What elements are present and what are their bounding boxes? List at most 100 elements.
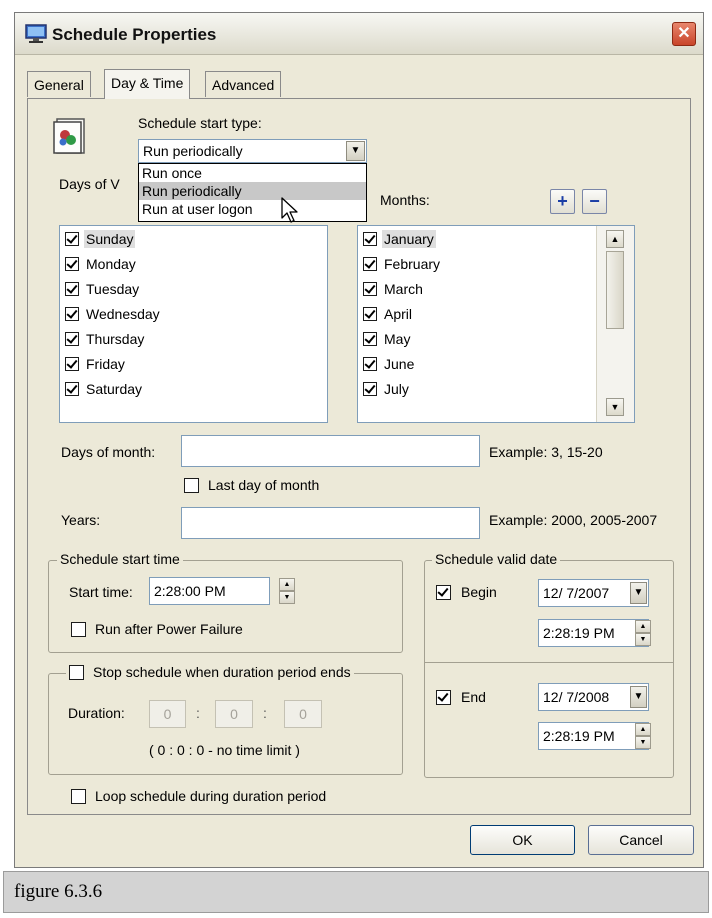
list-item[interactable]: May [358, 326, 634, 351]
list-item[interactable]: June [358, 351, 634, 376]
start-type-dropdown: Run once Run periodically Run at user lo… [138, 163, 367, 222]
days-of-month-label: Days of month: [61, 444, 156, 460]
power-failure-checkbox[interactable] [71, 621, 86, 637]
years-input[interactable] [181, 507, 480, 539]
list-item[interactable]: Tuesday [60, 276, 327, 301]
loop-schedule-option[interactable]: Loop schedule during duration period [71, 788, 326, 804]
list-item[interactable]: Sunday [60, 226, 327, 251]
close-icon: ✕ [677, 25, 691, 42]
start-type-value: Run periodically [143, 143, 243, 159]
loop-schedule-checkbox[interactable] [71, 788, 86, 804]
checkbox[interactable] [65, 281, 79, 296]
checkbox[interactable] [65, 306, 79, 321]
list-item[interactable]: Saturday [60, 376, 327, 401]
spin-up-icon[interactable]: ▲ [279, 578, 295, 591]
run-after-power-failure-option[interactable]: Run after Power Failure [71, 621, 243, 637]
checkbox[interactable] [65, 331, 79, 346]
list-item[interactable]: Thursday [60, 326, 327, 351]
start-type-label: Schedule start type: [138, 115, 262, 131]
duration-separator: : [263, 705, 267, 721]
scroll-thumb[interactable] [606, 251, 624, 329]
plus-icon: + [557, 191, 568, 211]
spin-up-icon[interactable]: ▲ [635, 620, 651, 633]
list-item[interactable]: Wednesday [60, 301, 327, 326]
spin-down-icon[interactable]: ▼ [279, 591, 295, 604]
begin-time-value: 2:28:19 PM [543, 625, 615, 641]
list-item[interactable]: January [358, 226, 634, 251]
dropdown-option-run-periodically[interactable]: Run periodically [139, 182, 366, 200]
days-of-week-list: Sunday Monday Tuesday Wednesday Thursday… [59, 225, 328, 423]
checkbox[interactable] [363, 331, 377, 346]
tab-day-and-time[interactable]: Day & Time [104, 69, 191, 99]
chevron-down-icon[interactable]: ▼ [630, 686, 647, 708]
end-date-value: 12/ 7/2008 [543, 689, 610, 705]
close-button[interactable]: ✕ [672, 22, 696, 46]
list-item[interactable]: Friday [60, 351, 327, 376]
chevron-down-icon[interactable]: ▼ [630, 582, 647, 604]
checkbox[interactable] [363, 231, 377, 246]
end-date-option[interactable]: End [436, 689, 486, 705]
list-item[interactable]: February [358, 251, 634, 276]
spin-up-icon[interactable]: ▲ [635, 723, 651, 736]
checkbox[interactable] [363, 356, 377, 371]
schedule-icon [53, 118, 85, 154]
title-bar[interactable]: Schedule Properties ✕ [15, 13, 703, 55]
years-label: Years: [61, 512, 101, 528]
dropdown-option-run-at-user-logon[interactable]: Run at user logon [139, 200, 366, 218]
last-day-of-month-option[interactable]: Last day of month [184, 477, 319, 493]
start-time-label: Start time: [69, 584, 133, 600]
list-item[interactable]: April [358, 301, 634, 326]
list-item[interactable]: Monday [60, 251, 327, 276]
dropdown-option-run-once[interactable]: Run once [139, 164, 366, 182]
stop-schedule-checkbox[interactable] [69, 664, 84, 680]
end-checkbox[interactable] [436, 689, 451, 705]
checkbox[interactable] [65, 256, 79, 271]
duration-minutes-input[interactable]: 0 [215, 700, 253, 728]
scroll-down-icon[interactable]: ▼ [606, 398, 624, 416]
checkbox[interactable] [65, 231, 79, 246]
last-day-checkbox[interactable] [184, 477, 199, 493]
divider [424, 662, 674, 663]
end-label: End [461, 689, 486, 705]
tab-advanced[interactable]: Advanced [205, 71, 282, 97]
begin-time-input[interactable]: 2:28:19 PM [538, 619, 649, 647]
tab-label: Day & Time [111, 75, 184, 91]
begin-date-value: 12/ 7/2007 [543, 585, 610, 601]
checkbox[interactable] [65, 356, 79, 371]
spin-down-icon[interactable]: ▼ [635, 633, 651, 646]
list-item[interactable]: March [358, 276, 634, 301]
remove-month-button[interactable]: − [582, 189, 607, 214]
days-of-week-label: Days of V [59, 176, 120, 192]
end-time-value: 2:28:19 PM [543, 728, 615, 744]
add-month-button[interactable]: + [550, 189, 575, 214]
duration-summary: ( 0 : 0 : 0 - no time limit ) [149, 742, 300, 758]
power-failure-label: Run after Power Failure [95, 621, 243, 637]
checkbox[interactable] [65, 381, 79, 396]
scroll-up-icon[interactable]: ▲ [606, 230, 624, 248]
list-item[interactable]: July [358, 376, 634, 401]
tab-label: Advanced [212, 77, 275, 93]
duration-seconds-input[interactable]: 0 [284, 700, 322, 728]
start-type-select[interactable]: Run periodically [138, 139, 367, 163]
cancel-button[interactable]: Cancel [588, 825, 694, 855]
ok-button[interactable]: OK [470, 825, 575, 855]
checkbox[interactable] [363, 306, 377, 321]
start-time-value: 2:28:00 PM [154, 583, 226, 599]
end-time-input[interactable]: 2:28:19 PM [538, 722, 649, 750]
stop-schedule-option[interactable]: Stop schedule when duration period ends [66, 664, 354, 680]
checkbox[interactable] [363, 381, 377, 396]
start-time-input[interactable]: 2:28:00 PM [149, 577, 270, 605]
tab-general[interactable]: General [27, 71, 91, 97]
checkbox[interactable] [363, 256, 377, 271]
begin-checkbox[interactable] [436, 584, 451, 600]
years-example: Example: 2000, 2005-2007 [489, 512, 658, 528]
days-of-month-input[interactable] [181, 435, 480, 467]
duration-hours-input[interactable]: 0 [149, 700, 186, 728]
begin-date-option[interactable]: Begin [436, 584, 497, 600]
months-scrollbar[interactable]: ▲ ▼ [596, 226, 634, 422]
checkbox[interactable] [363, 281, 377, 296]
chevron-down-icon[interactable]: ▼ [346, 141, 365, 161]
spin-down-icon[interactable]: ▼ [635, 736, 651, 749]
day-time-panel: Schedule start type: Run periodically ▼ … [27, 98, 691, 815]
duration-label: Duration: [68, 705, 125, 721]
